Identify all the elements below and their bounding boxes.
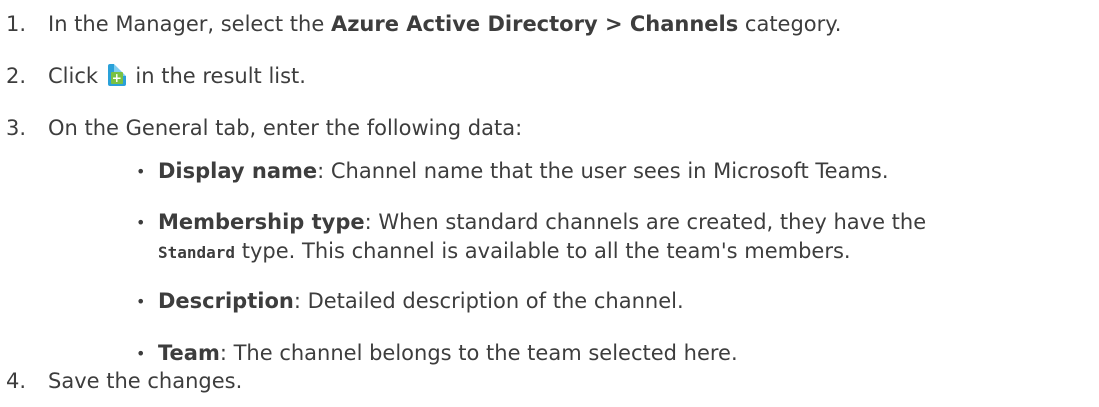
bullet-glyph: • [136, 344, 146, 363]
bullet-glyph: • [136, 162, 146, 181]
step-text-after: category. [738, 12, 842, 36]
menu-path: Azure Active Directory > Channels [330, 12, 739, 36]
step-text: Click + in the result list. [48, 62, 306, 91]
step-number: 3. [6, 116, 27, 140]
code-value: Standard [158, 243, 236, 262]
list-item-text: Description: Detailed description of the… [158, 287, 684, 316]
bullet-glyph: • [136, 292, 146, 311]
field-description-cont: type. This channel is available to all t… [235, 239, 851, 263]
list-item-text: Display name: Channel name that the user… [158, 157, 889, 186]
list-item-display-name: • Display name: Channel name that the us… [136, 157, 889, 186]
step-text: In the Manager, select the Azure Active … [48, 10, 841, 39]
list-item-text: Team: The channel belongs to the team se… [158, 339, 738, 368]
field-description: : When standard channels are created, th… [364, 210, 927, 234]
field-label: Description [158, 289, 294, 313]
step-text-before: In the Manager, select the [48, 12, 331, 36]
field-label: Display name [158, 159, 318, 183]
field-description: : Detailed description of the channel. [293, 289, 684, 313]
bullet-glyph: • [136, 213, 146, 232]
step-text-before: Click [48, 64, 105, 88]
list-item-description: • Description: Detailed description of t… [136, 287, 684, 316]
list-item-team: • Team: The channel belongs to the team … [136, 339, 738, 368]
step-text: On the General tab, enter the following … [48, 116, 523, 140]
field-description: : The channel belongs to the team select… [219, 341, 738, 365]
list-item-membership-type: • Membership type: When standard channel… [136, 208, 926, 267]
step-text: Save the changes. [48, 369, 243, 393]
list-item-text: Membership type: When standard channels … [158, 208, 926, 267]
step-text-after: in the result list. [128, 64, 306, 88]
field-label: Membership type [158, 210, 365, 234]
field-label: Team [158, 341, 220, 365]
new-object-icon: + [107, 64, 126, 86]
field-description: : Channel name that the user sees in Mic… [317, 159, 889, 183]
step-1: 1. In the Manager, select the Azure Acti… [6, 10, 841, 39]
step-number: 1. [6, 12, 27, 36]
step-number: 4. [6, 369, 27, 393]
step-number: 2. [6, 64, 27, 88]
step-2: 2. Click + in the result list. [6, 62, 306, 91]
step-4: 4. Save the changes. [6, 367, 242, 396]
step-3: 3. On the General tab, enter the followi… [6, 114, 522, 143]
